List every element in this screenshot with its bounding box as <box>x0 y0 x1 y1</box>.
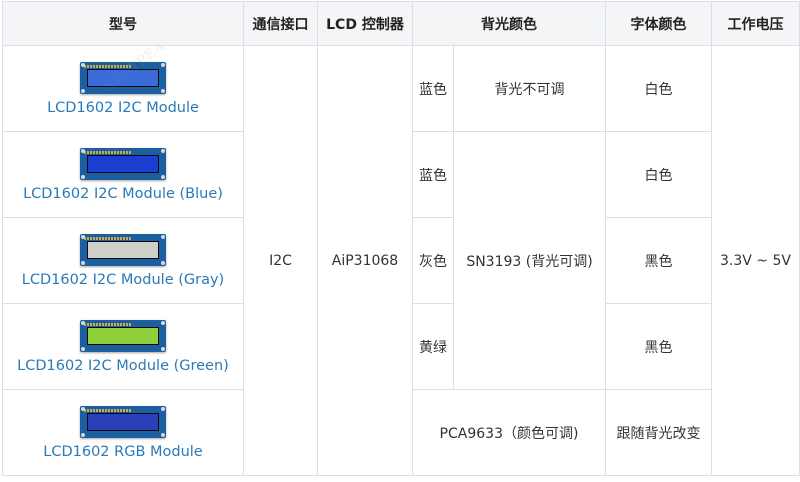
header-model: 型号 <box>2 1 244 46</box>
lcd-screen <box>87 412 159 431</box>
header-controller: LCD 控制器 <box>317 1 413 46</box>
backlight-ctrl-cell: SN3193 (背光可调) <box>453 131 606 390</box>
header-backlight-color: 背光颜色 <box>412 1 606 46</box>
model-cell: LCD1602 I2C Module (Blue) <box>2 131 244 218</box>
rgb-driver-cell: PCA9633（颜色可调) <box>412 389 606 476</box>
font-color-cell: 白色 <box>605 45 712 132</box>
model-link[interactable]: LCD1602 I2C Module (Blue) <box>23 186 223 202</box>
model-link[interactable]: LCD1602 I2C Module (Gray) <box>22 272 224 288</box>
model-link[interactable]: LCD1602 I2C Module (Green) <box>17 358 229 374</box>
font-color-cell: 黑色 <box>605 303 712 390</box>
model-link[interactable]: LCD1602 I2C Module <box>47 100 199 116</box>
header-font-color: 字体颜色 <box>605 1 712 46</box>
backlight-ctrl-cell: 背光不可调 <box>453 45 606 132</box>
spec-table: 型号 通信接口 LCD 控制器 背光颜色 字体颜色 工作电压 LCD1602 I… <box>2 1 800 476</box>
model-link[interactable]: LCD1602 RGB Module <box>43 444 202 460</box>
header-voltage: 工作电压 <box>711 1 800 46</box>
font-color-cell: 黑色 <box>605 217 712 304</box>
model-cell: LCD1602 I2C Module (Gray) <box>2 217 244 304</box>
voltage-cell: 3.3V ~ 5V <box>711 45 800 476</box>
controller-cell: AiP31068 <box>317 45 413 476</box>
backlight-color-cell: 蓝色 <box>412 131 454 218</box>
interface-cell: I2C <box>243 45 318 476</box>
lcd-screen <box>87 240 159 259</box>
backlight-color-cell: 蓝色 <box>412 45 454 132</box>
backlight-color-cell: 黄绿 <box>412 303 454 390</box>
lcd-module-image[interactable] <box>80 405 166 438</box>
backlight-color-cell: 灰色 <box>412 217 454 304</box>
table-row: LCD1602 I2C Module SPOTPEAR I2C AiP31068… <box>2 45 800 476</box>
header-interface: 通信接口 <box>243 1 318 46</box>
lcd-module-image[interactable] <box>80 319 166 352</box>
font-color-cell: 跟随背光改变 <box>605 389 712 476</box>
lcd-screen <box>87 154 159 173</box>
header-row: 型号 通信接口 LCD 控制器 背光颜色 字体颜色 工作电压 <box>2 1 800 46</box>
model-cell: LCD1602 I2C Module (Green) <box>2 303 244 390</box>
lcd-module-image[interactable] <box>80 147 166 180</box>
font-color-cell: 白色 <box>605 131 712 218</box>
lcd-module-image[interactable] <box>80 233 166 266</box>
model-cell: LCD1602 RGB Module <box>2 389 244 476</box>
model-cell: LCD1602 I2C Module SPOTPEAR <box>2 45 244 132</box>
lcd-screen <box>87 326 159 345</box>
